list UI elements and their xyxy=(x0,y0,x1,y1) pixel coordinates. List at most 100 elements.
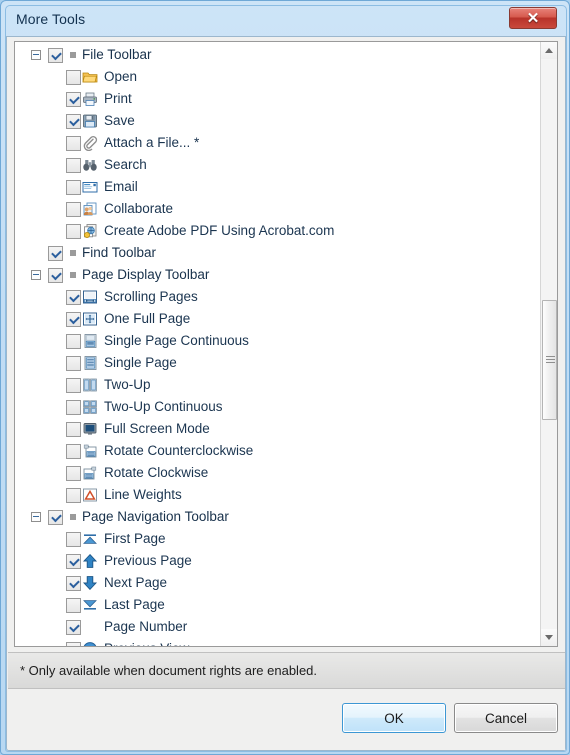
tree-row[interactable]: Single Page xyxy=(15,352,540,374)
tree-checkbox[interactable] xyxy=(48,509,63,525)
scroll-down-button[interactable] xyxy=(541,629,557,646)
tree-row-label: File Toolbar xyxy=(82,47,152,62)
full-screen-icon xyxy=(82,421,98,437)
tree-node-marker-icon xyxy=(70,514,76,520)
tree-checkbox[interactable] xyxy=(66,289,81,305)
tree-row[interactable]: Collaborate xyxy=(15,198,540,220)
floppy-save-icon xyxy=(82,113,98,129)
tree-row-label: One Full Page xyxy=(104,311,191,326)
tree-checkbox[interactable] xyxy=(66,135,81,151)
tree-row-label: Two-Up xyxy=(104,377,151,392)
tree-row[interactable]: Previous View xyxy=(15,638,540,646)
tree-row-label: Find Toolbar xyxy=(82,245,157,260)
tree-row[interactable]: Open xyxy=(15,66,540,88)
tools-tree-panel: File Toolbar Open Print Save Attach a File..… xyxy=(14,41,558,647)
tree-row[interactable]: Previous Page xyxy=(15,550,540,572)
tree-row-label: Previous View xyxy=(104,638,189,646)
one-full-page-icon xyxy=(82,311,98,327)
dialog-client-area: File Toolbar Open Print Save Attach a File..… xyxy=(6,36,566,751)
tree-checkbox[interactable] xyxy=(66,399,81,415)
envelope-icon xyxy=(82,179,98,195)
tree-row[interactable]: Save xyxy=(15,110,540,132)
tree-expander-minus-icon[interactable] xyxy=(31,50,41,60)
footnote-bar: * Only available when document rights ar… xyxy=(8,652,565,689)
tree-checkbox[interactable] xyxy=(66,487,81,503)
tree-expander-minus-icon[interactable] xyxy=(31,512,41,522)
tree-row-label: Page Navigation Toolbar xyxy=(82,509,229,524)
tree-checkbox[interactable] xyxy=(66,421,81,437)
cancel-button[interactable]: Cancel xyxy=(454,703,558,733)
single-page-continuous-icon xyxy=(82,333,98,349)
tree-scrollbar[interactable] xyxy=(540,42,557,646)
tree-checkbox[interactable] xyxy=(66,641,81,646)
tree-row-label: Next Page xyxy=(104,575,168,590)
no-icon-placeholder xyxy=(82,619,98,635)
tree-row[interactable]: Rotate Counterclockwise xyxy=(15,440,540,462)
tree-row[interactable]: Next Page xyxy=(15,572,540,594)
tree-node-marker-icon xyxy=(70,52,76,58)
tree-checkbox[interactable] xyxy=(66,465,81,481)
tree-checkbox[interactable] xyxy=(66,113,81,129)
tree-checkbox[interactable] xyxy=(66,597,81,613)
tree-row[interactable]: Line Weights xyxy=(15,484,540,506)
tree-row[interactable]: Rotate Clockwise xyxy=(15,462,540,484)
line-weights-icon xyxy=(82,487,98,503)
tree-row[interactable]: Scrolling Pages xyxy=(15,286,540,308)
tree-row-label: Last Page xyxy=(104,597,165,612)
page-title: More Tools xyxy=(16,11,86,27)
tree-row-label: Single Page xyxy=(104,355,177,370)
tree-row-label: Print xyxy=(104,91,132,106)
tree-checkbox[interactable] xyxy=(66,531,81,547)
paperclip-icon xyxy=(82,135,98,151)
tree-checkbox[interactable] xyxy=(66,377,81,393)
tree-row[interactable]: Page Navigation Toolbar xyxy=(15,506,540,528)
two-up-icon xyxy=(82,377,98,393)
tree-row[interactable]: Create Adobe PDF Using Acrobat.com xyxy=(15,220,540,242)
tree-checkbox[interactable] xyxy=(66,355,81,371)
tree-row-label: Search xyxy=(104,157,147,172)
tree-checkbox[interactable] xyxy=(66,223,81,239)
tree-row[interactable]: Find Toolbar xyxy=(15,242,540,264)
tree-checkbox[interactable] xyxy=(66,179,81,195)
tree-checkbox[interactable] xyxy=(66,311,81,327)
tree-checkbox[interactable] xyxy=(48,267,63,283)
tree-checkbox[interactable] xyxy=(66,333,81,349)
tree-row[interactable]: One Full Page xyxy=(15,308,540,330)
tree-checkbox[interactable] xyxy=(66,575,81,591)
tree-checkbox[interactable] xyxy=(66,619,81,635)
tree-expander-minus-icon[interactable] xyxy=(31,270,41,280)
close-button[interactable]: ✕ xyxy=(509,7,557,29)
tree-checkbox[interactable] xyxy=(66,69,81,85)
tree-row[interactable]: Two-Up Continuous xyxy=(15,396,540,418)
binoculars-icon xyxy=(82,157,98,173)
scroll-up-button[interactable] xyxy=(541,42,557,59)
tree-row[interactable]: File Toolbar xyxy=(15,44,540,66)
tree-checkbox[interactable] xyxy=(48,47,63,63)
ok-button[interactable]: OK xyxy=(342,703,446,733)
dialog-button-bar: OK Cancel xyxy=(8,689,565,750)
tree-row[interactable]: Two-Up xyxy=(15,374,540,396)
tree-row[interactable]: Last Page xyxy=(15,594,540,616)
tree-row[interactable]: Page Number xyxy=(15,616,540,638)
tree-row[interactable]: Page Display Toolbar xyxy=(15,264,540,286)
printer-icon xyxy=(82,91,98,107)
tree-row-label: Page Display Toolbar xyxy=(82,267,210,282)
tree-row-label: First Page xyxy=(104,531,166,546)
tree-checkbox[interactable] xyxy=(66,553,81,569)
tree-checkbox[interactable] xyxy=(66,443,81,459)
tree-row[interactable]: Search xyxy=(15,154,540,176)
tree-checkbox[interactable] xyxy=(48,245,63,261)
tools-tree-scroll: File Toolbar Open Print Save Attach a File..… xyxy=(15,42,540,646)
tree-checkbox[interactable] xyxy=(66,91,81,107)
tree-row[interactable]: First Page xyxy=(15,528,540,550)
tree-row[interactable]: Email xyxy=(15,176,540,198)
tree-row[interactable]: Full Screen Mode xyxy=(15,418,540,440)
tree-checkbox[interactable] xyxy=(66,201,81,217)
tree-row[interactable]: Attach a File... * xyxy=(15,132,540,154)
tree-row-label: Save xyxy=(104,113,135,128)
tree-node-marker-icon xyxy=(70,250,76,256)
tree-checkbox[interactable] xyxy=(66,157,81,173)
tree-row[interactable]: Single Page Continuous xyxy=(15,330,540,352)
tree-row[interactable]: Print xyxy=(15,88,540,110)
scrollbar-thumb[interactable] xyxy=(542,300,557,420)
